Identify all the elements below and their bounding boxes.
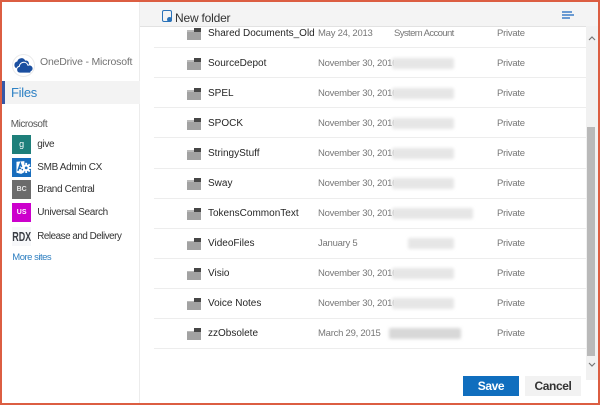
svg-text:RDX: RDX [12, 229, 31, 244]
